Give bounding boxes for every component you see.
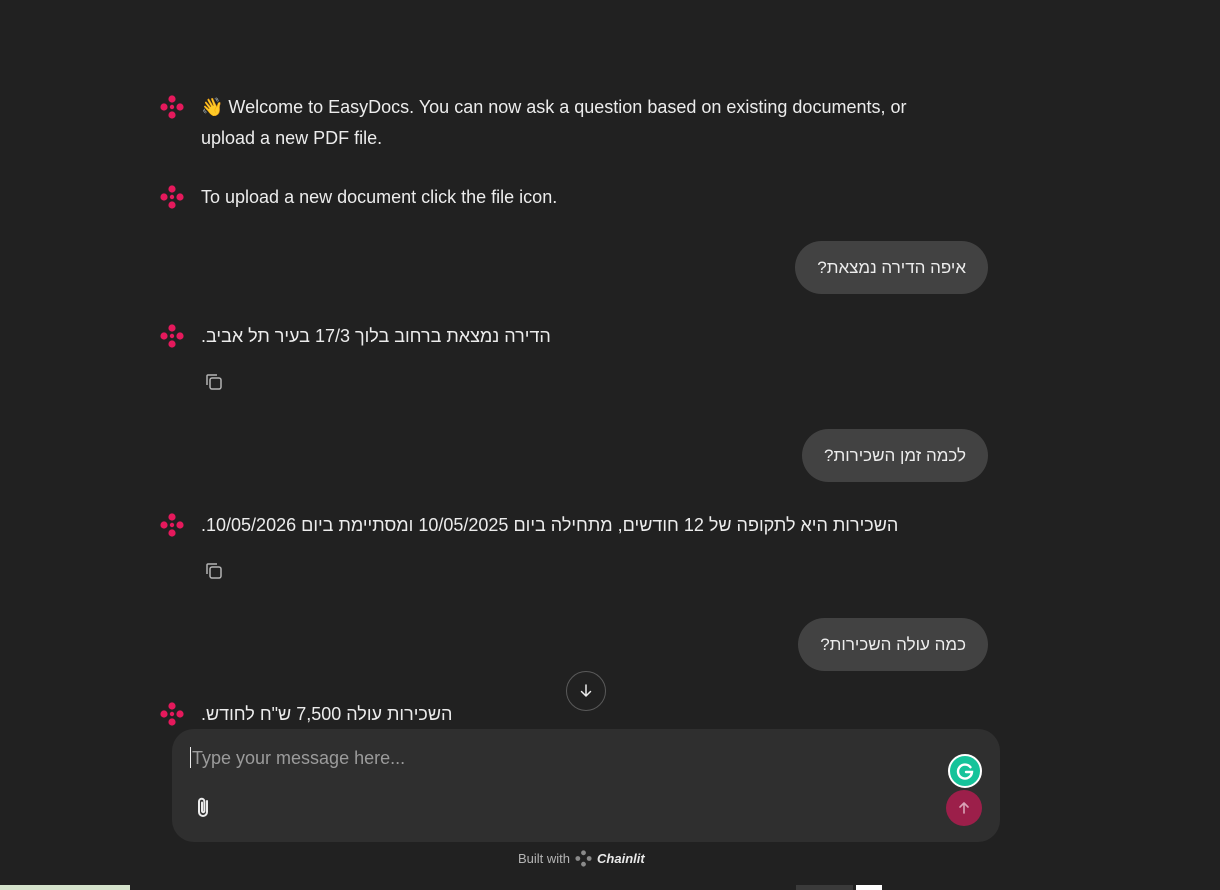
taskbar-thumbnail: [856, 885, 882, 890]
user-message-bubble: לכמה זמן השכירות?: [802, 429, 988, 482]
copy-icon[interactable]: [204, 561, 224, 581]
grammarly-icon[interactable]: [948, 754, 982, 788]
arrow-down-icon: [580, 684, 592, 697]
chainlit-logo-icon: [160, 513, 184, 537]
chainlit-logo-icon: [160, 185, 184, 209]
assistant-message: השכירות היא לתקופה של 12 חודשים, מתחילה …: [160, 513, 960, 583]
message-text: השכירות עולה 7,500 ש"ח לחודש.: [201, 704, 453, 724]
message-text: To upload a new document click the file …: [201, 187, 558, 207]
message-input[interactable]: [190, 743, 934, 773]
text-caret: [190, 747, 191, 768]
chainlit-brand: Chainlit: [597, 851, 645, 866]
copy-icon[interactable]: [204, 372, 224, 392]
message-text: 👋 Welcome to EasyDocs. You can now ask a…: [201, 97, 907, 148]
assistant-message: 👋 Welcome to EasyDocs. You can now ask a…: [160, 95, 960, 157]
message-text: השכירות היא לתקופה של 12 חודשים, מתחילה …: [201, 515, 899, 535]
assistant-message: הדירה נמצאת ברחוב בלוך 17/3 בעיר תל אביב…: [160, 324, 960, 394]
message-composer: [172, 729, 1000, 842]
user-message-bubble: כמה עולה השכירות?: [798, 618, 988, 671]
assistant-message: To upload a new document click the file …: [160, 185, 960, 216]
chainlit-logo-icon: [160, 702, 184, 726]
message-text: הדירה נמצאת ברחוב בלוך 17/3 בעיר תל אביב…: [201, 326, 551, 346]
user-message-bubble: איפה הדירה נמצאת?: [795, 241, 988, 294]
assistant-message: השכירות עולה 7,500 ש"ח לחודש.: [160, 702, 960, 728]
built-with-footer[interactable]: Built with Chainlit: [518, 850, 645, 867]
built-with-label: Built with: [518, 851, 571, 866]
arrow-up-icon: [959, 802, 969, 814]
taskbar-thumbnail: [796, 885, 853, 890]
chainlit-logo-icon: [160, 95, 184, 119]
chainlit-logo-icon: [160, 324, 184, 348]
paperclip-icon[interactable]: [192, 795, 216, 821]
taskbar-thumbnail: [0, 885, 130, 890]
send-button[interactable]: [946, 790, 982, 826]
chainlit-logo-icon: [575, 850, 592, 867]
